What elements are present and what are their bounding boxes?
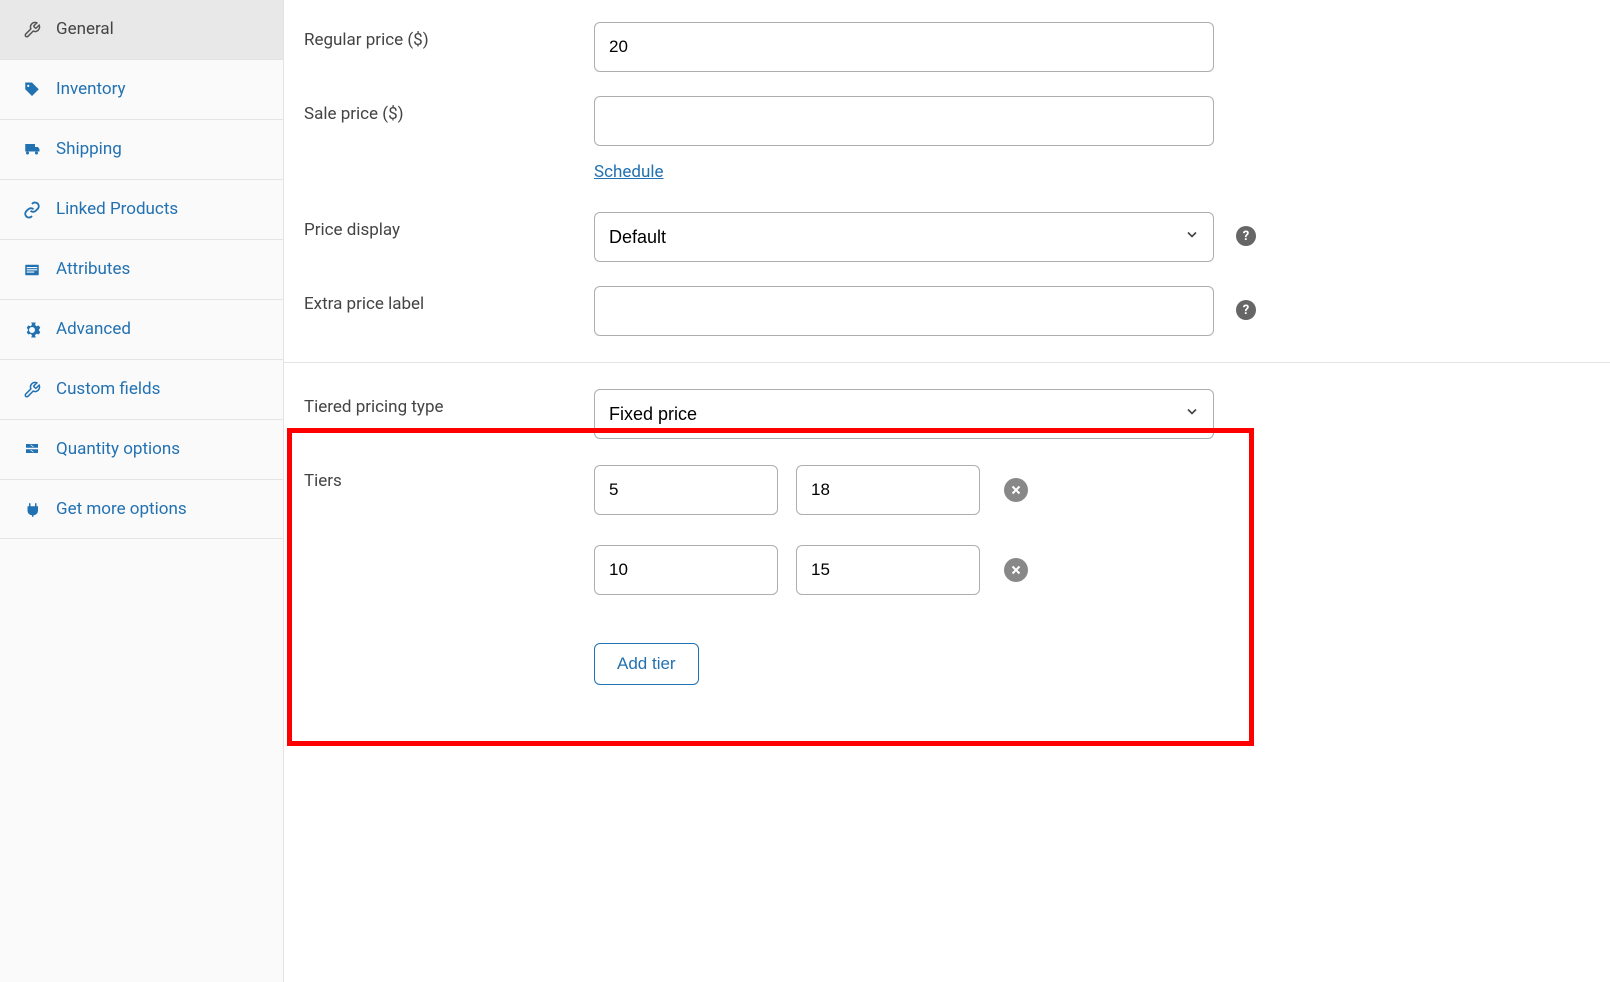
tier-price-input[interactable] [796, 465, 980, 515]
sidebar-item-inventory[interactable]: Inventory [0, 60, 283, 120]
sidebar-item-attributes[interactable]: Attributes [0, 240, 283, 300]
truck-icon [22, 141, 42, 159]
wrench-icon [22, 21, 42, 39]
tiered-pricing-type-label: Tiered pricing type [304, 389, 594, 417]
row-sale-price: Sale price ($) [284, 84, 1610, 158]
sidebar-item-label: Inventory [56, 78, 261, 101]
regular-price-label: Regular price ($) [304, 22, 594, 50]
tiers-label: Tiers [304, 463, 594, 491]
sidebar-item-label: General [56, 18, 261, 41]
tier-price-input[interactable] [796, 545, 980, 595]
sidebar-item-label: Attributes [56, 258, 261, 281]
product-data-tabs: General Inventory Shipping Linked Produc… [0, 0, 284, 982]
tier-row [594, 465, 1028, 515]
sidebar-item-label: Advanced [56, 318, 261, 341]
sidebar-item-label: Linked Products [56, 198, 261, 221]
tier-row [594, 545, 1028, 595]
plug-icon [22, 501, 42, 519]
stack-icon [22, 441, 42, 459]
tier-qty-input[interactable] [594, 545, 778, 595]
sidebar-item-advanced[interactable]: Advanced [0, 300, 283, 360]
remove-tier-button[interactable] [1004, 478, 1028, 502]
sidebar-item-label: Shipping [56, 138, 261, 161]
sidebar-item-label: Custom fields [56, 378, 261, 401]
gear-icon [22, 321, 42, 339]
row-tiers: Tiers [284, 451, 1610, 637]
sale-price-input[interactable] [594, 96, 1214, 146]
sidebar-item-label: Quantity options [56, 438, 261, 461]
row-regular-price: Regular price ($) [284, 10, 1610, 84]
sidebar-item-custom-fields[interactable]: Custom fields [0, 360, 283, 420]
sidebar-item-get-more-options[interactable]: Get more options [0, 480, 283, 540]
row-tiered-pricing-type: Tiered pricing type Fixed price [284, 377, 1610, 451]
add-tier-button[interactable]: Add tier [594, 643, 699, 685]
tiered-pricing-type-select[interactable]: Fixed price [594, 389, 1214, 439]
help-icon[interactable]: ? [1236, 226, 1256, 246]
regular-price-input[interactable] [594, 22, 1214, 72]
remove-tier-button[interactable] [1004, 558, 1028, 582]
main-panel: Regular price ($) Sale price ($) Schedul… [284, 0, 1610, 982]
price-display-label: Price display [304, 212, 594, 240]
sidebar-item-quantity-options[interactable]: Quantity options [0, 420, 283, 480]
row-price-display: Price display Default ? [284, 200, 1610, 274]
sidebar-item-shipping[interactable]: Shipping [0, 120, 283, 180]
link-icon [22, 201, 42, 219]
extra-price-input[interactable] [594, 286, 1214, 336]
sidebar-item-label: Get more options [56, 498, 261, 521]
extra-price-label: Extra price label [304, 286, 594, 314]
divider [284, 362, 1610, 363]
sale-price-label: Sale price ($) [304, 96, 594, 124]
tier-qty-input[interactable] [594, 465, 778, 515]
wrench-icon [22, 381, 42, 399]
row-extra-price-label: Extra price label ? [284, 274, 1610, 348]
list-icon [22, 261, 42, 279]
price-display-select[interactable]: Default [594, 212, 1214, 262]
sidebar-item-linked-products[interactable]: Linked Products [0, 180, 283, 240]
tag-icon [22, 81, 42, 99]
help-icon[interactable]: ? [1236, 300, 1256, 320]
sidebar-item-general[interactable]: General [0, 0, 283, 60]
schedule-link[interactable]: Schedule [594, 162, 663, 182]
